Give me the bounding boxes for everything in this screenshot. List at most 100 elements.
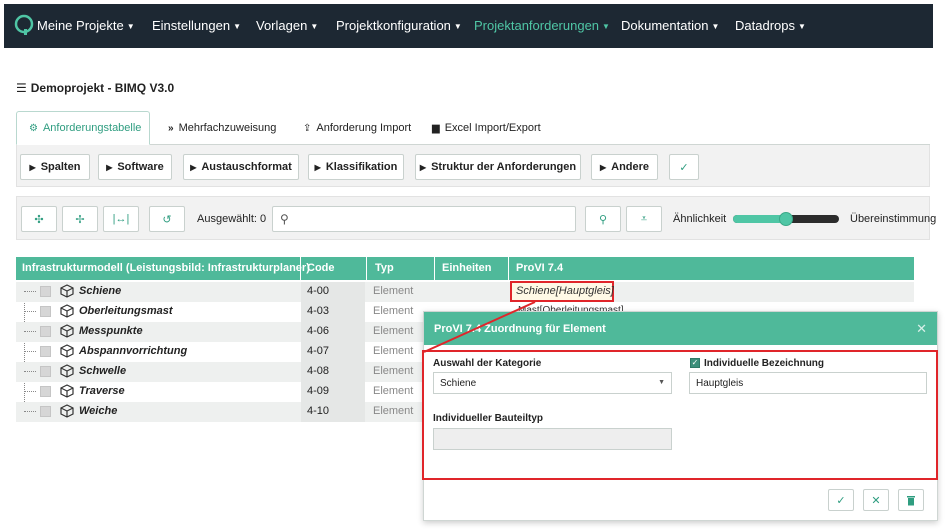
row-checkbox[interactable] [40,406,51,417]
caret-down-icon: ▼ [126,22,135,32]
category-label: Auswahl der Kategorie [433,358,542,369]
table-header: Infrastrukturmodell (Leistungsbild: Infr… [16,257,914,280]
software-button[interactable]: ▶ Software [98,154,172,180]
confirm-button[interactable]: ✓ [669,154,699,180]
tab-label: Anforderung Import [316,122,412,134]
nav-label: Projektanforderungen [474,18,600,33]
bauteiltyp-input[interactable] [433,428,672,450]
cube-icon [60,344,74,358]
klassifikation-button[interactable]: ▶ Klassifikation [308,154,404,180]
save-button[interactable]: ✓ [828,489,854,511]
dropdown-arrow-icon: ▼ [658,379,665,386]
nav-item-meine-projekte[interactable]: Meine Projekte ▼ [37,18,135,33]
nav-item-projektkonfiguration[interactable]: Projektkonfiguration ▼ [336,18,462,33]
row-typ: Element [373,385,414,397]
header-einheiten[interactable]: Einheiten [442,262,492,274]
nav-item-vorlagen[interactable]: Vorlagen ▼ [256,18,318,33]
play-icon: ▶ [419,162,427,172]
selected-count: Ausgewählt: 0 [197,213,267,225]
row-name: Schiene [79,285,122,297]
spalten-button[interactable]: ▶ Spalten [20,154,90,180]
row-checkbox[interactable] [40,386,51,397]
row-code: 4-06 [301,322,365,342]
row-code: 4-09 [301,382,365,402]
arrows-horizontal-icon: |↔| [112,213,130,225]
slider-handle[interactable] [779,212,793,226]
button-label: Software [117,161,164,173]
header-provi[interactable]: ProVI 7.4 [516,262,563,274]
tree-connector [24,351,36,352]
nav-item-datadrops[interactable]: Datadrops ▼ [735,18,806,33]
struktur-button[interactable]: ▶ Struktur der Anforderungen [415,154,581,180]
tab-mehrfachzuweisung[interactable]: » Mehrfachzuweisung [168,111,276,145]
header-code[interactable]: Code [307,262,335,274]
tab-excel-import-export[interactable]: ▆ Excel Import/Export [432,111,541,145]
similarity-slider[interactable] [733,212,839,226]
row-name: Oberleitungsmast [79,305,173,317]
cancel-button[interactable]: ✕ [863,489,889,511]
filter-icon: ⩡ [640,212,648,225]
search-button[interactable]: ⚲ [585,206,621,232]
row-name: Schwelle [79,365,127,377]
row-checkbox[interactable] [40,346,51,357]
upload-icon: ⇪ [303,122,312,134]
similarity-label: Ähnlichkeit [673,213,727,225]
play-icon: ▶ [106,162,113,172]
individual-label: Individuelle Bezeichnung [704,358,825,369]
logo-icon[interactable] [14,14,34,36]
hamburger-icon[interactable]: ☰ [16,81,27,95]
expand-all-button[interactable]: ✣ [21,206,57,232]
nav-item-projektanforderungen[interactable]: Projektanforderungen ▼ [474,18,610,33]
nav-item-einstellungen[interactable]: Einstellungen ▼ [152,18,241,33]
row-checkbox[interactable] [40,306,51,317]
category-select[interactable]: Schiene ▼ [433,372,672,394]
tab-anforderung-import[interactable]: ⇪ Anforderung Import [303,111,411,145]
page-title: ☰ Demoprojekt - BIMQ V3.0 [16,81,174,95]
andere-button[interactable]: ▶ Andere [591,154,658,180]
cube-icon [60,384,74,398]
button-label: Klassifikation [325,161,398,173]
fit-width-button[interactable]: |↔| [103,206,139,232]
caret-down-icon: ▼ [453,22,462,32]
close-icon[interactable]: ✕ [916,321,927,337]
filter-button[interactable]: ⩡ [626,206,662,232]
dialog-header: ProVI 7.4 Zuordnung für Element ✕ [424,312,937,345]
tab-label: Mehrfachzuweisung [178,122,277,134]
nav-item-dokumentation[interactable]: Dokumentation ▼ [621,18,719,33]
delete-button[interactable] [898,489,924,511]
cube-icon [60,404,74,418]
search-input[interactable]: ⚲ [272,206,576,232]
header-typ[interactable]: Typ [375,262,394,274]
button-label: Spalten [40,161,81,173]
check-icon: ✓ [691,358,699,367]
row-typ: Element [373,365,414,377]
check-icon: ✓ [836,494,846,507]
row-code: 4-03 [301,302,365,322]
tree-connector [24,291,36,292]
row-code: 4-00 [301,282,365,302]
caret-down-icon: ▼ [797,22,806,32]
play-icon: ▶ [29,162,36,172]
provi-cell-highlighted[interactable]: Schiene[Hauptgleis] [510,281,614,302]
tab-anforderungstabelle[interactable]: ⚙ Anforderungstabelle [16,111,150,145]
close-icon: ✕ [871,494,881,507]
row-typ: Element [373,405,414,417]
nav-label: Vorlagen [256,18,308,33]
header-model[interactable]: Infrastrukturmodell (Leistungsbild: Infr… [22,262,310,274]
row-checkbox[interactable] [40,326,51,337]
collapse-all-button[interactable]: ✢ [62,206,98,232]
table-row[interactable]: Schiene 4-00 Element [16,282,914,302]
row-checkbox[interactable] [40,286,51,297]
reset-button[interactable]: ↺ [149,206,185,232]
play-icon: ▶ [314,162,321,172]
row-checkbox[interactable] [40,366,51,377]
match-label: Übereinstimmung [850,213,937,225]
column-divider [508,257,509,280]
austauschformat-button[interactable]: ▶ Austauschformat [183,154,299,180]
row-name: Abspannvorrichtung [79,345,188,357]
cube-icon [60,284,74,298]
individual-checkbox[interactable]: ✓ [690,358,700,368]
category-value: Schiene [440,378,477,389]
individual-name-input[interactable]: Hauptgleis [689,372,927,394]
tree-connector [24,391,36,392]
